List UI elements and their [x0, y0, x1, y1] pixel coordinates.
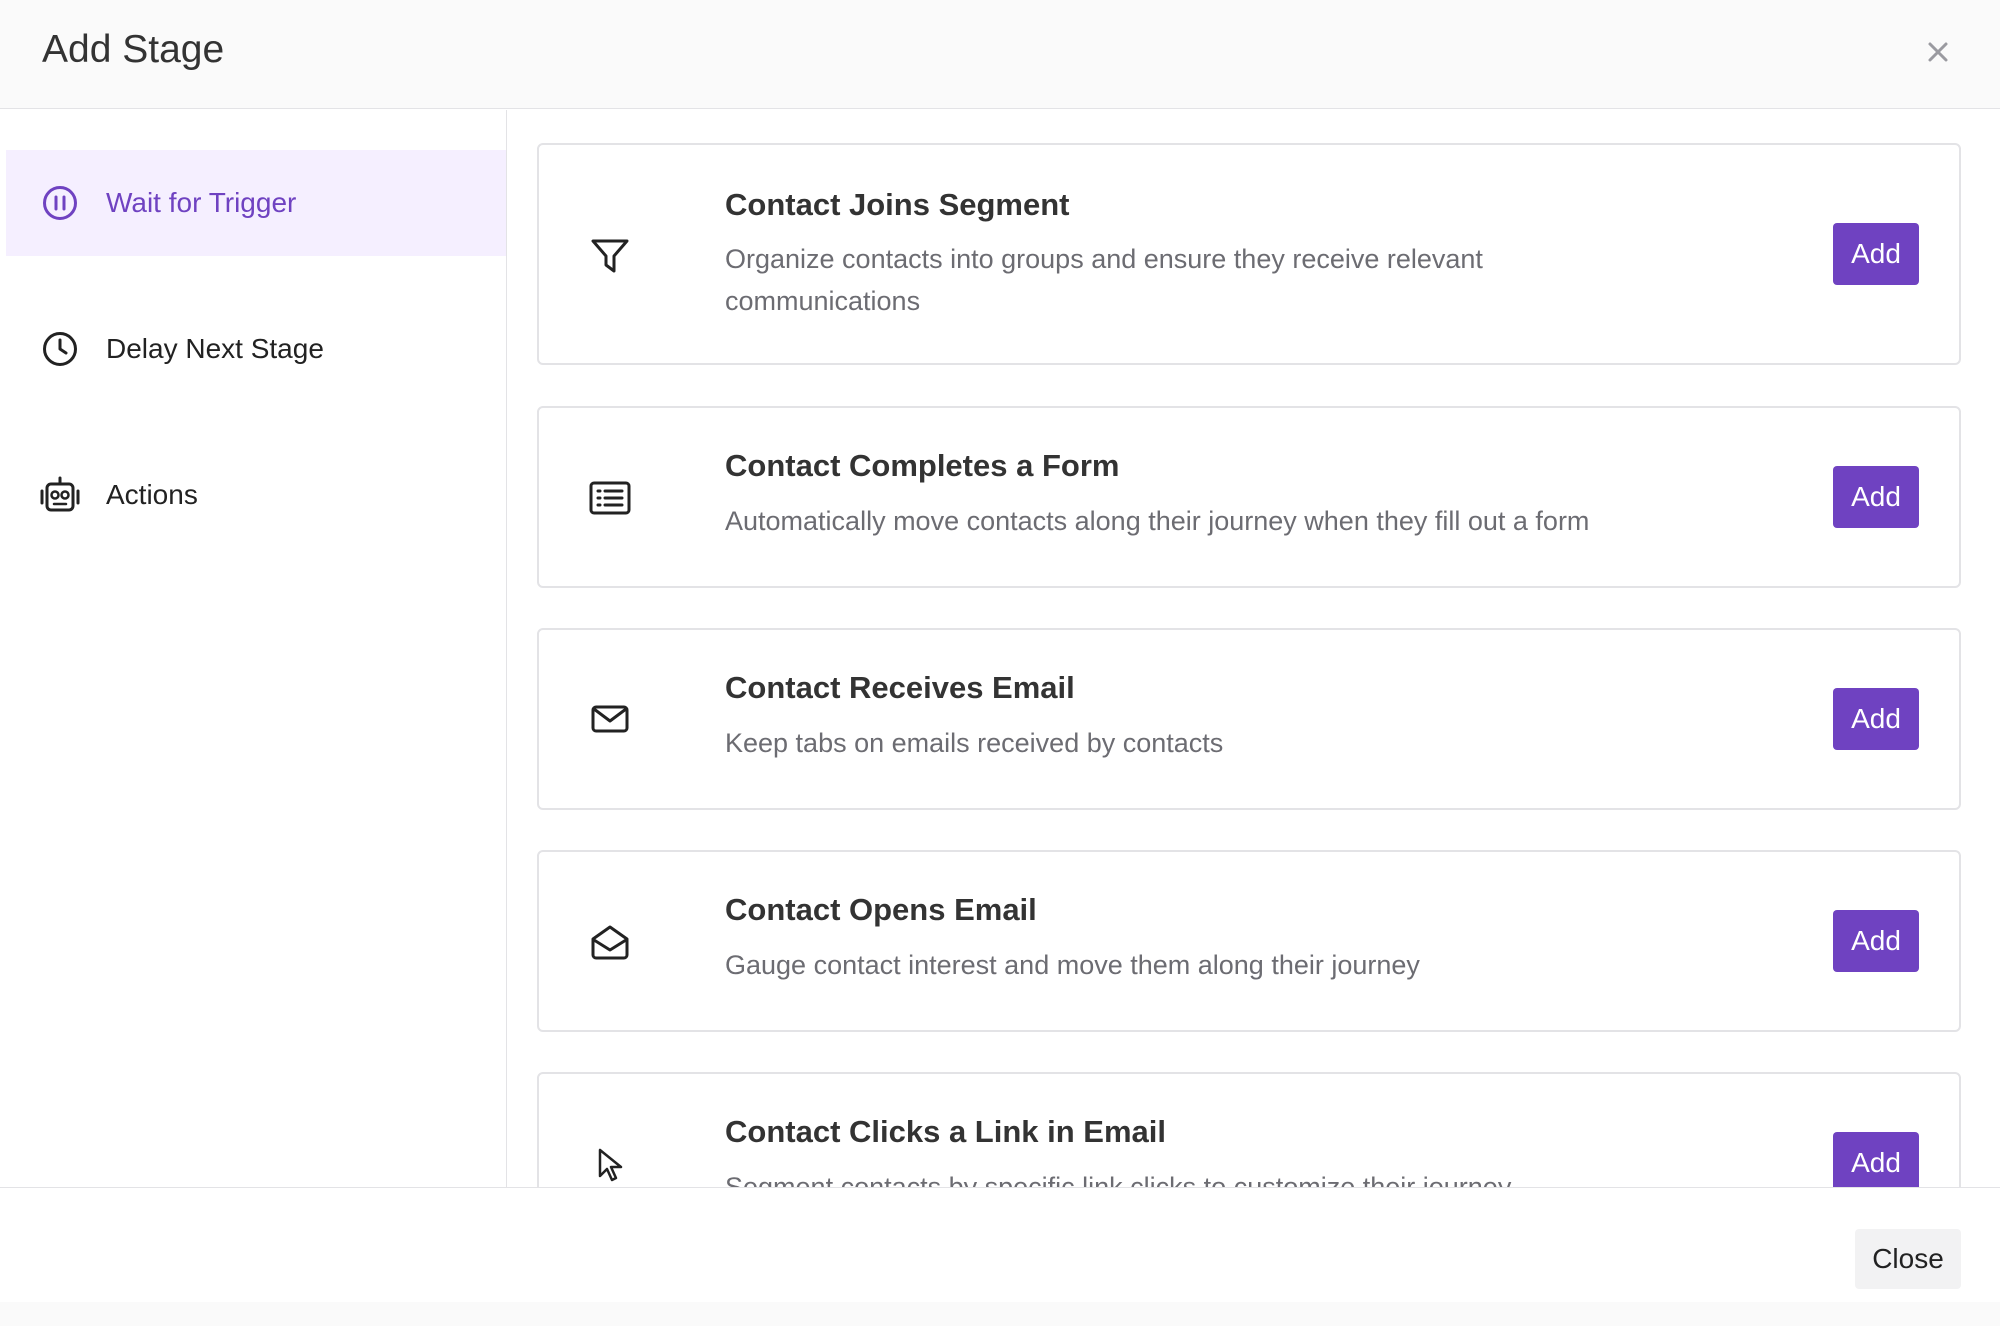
trigger-description: Automatically move contacts along their … — [725, 506, 1590, 536]
filter-icon — [585, 231, 635, 281]
sidebar-item-label: Delay Next Stage — [106, 333, 324, 364]
sidebar-item-actions[interactable]: Actions — [6, 442, 506, 548]
trigger-title: Contact Receives Email — [725, 670, 1075, 705]
trigger-title: Contact Opens Email — [725, 892, 1037, 927]
trigger-description: Organize contacts into groups and ensure… — [725, 244, 1483, 316]
cursor-icon — [585, 1140, 635, 1187]
trigger-card-contact-receives-email: Contact Receives Email Keep tabs on emai… — [537, 628, 1961, 810]
add-stage-modal: Add Stage Wait for Trigger Delay Next St… — [0, 0, 2000, 1326]
add-button[interactable]: Add — [1833, 688, 1919, 750]
trigger-description: Segment contacts by specific link clicks… — [725, 1172, 1512, 1187]
trigger-card-contact-joins-segment: Contact Joins Segment Organize contacts … — [537, 143, 1961, 365]
modal-title: Add Stage — [42, 28, 225, 71]
trigger-description: Gauge contact interest and move them alo… — [725, 950, 1420, 980]
sidebar-item-label: Wait for Trigger — [106, 187, 297, 218]
add-button[interactable]: Add — [1833, 910, 1919, 972]
add-button[interactable]: Add — [1833, 1132, 1919, 1187]
pause-circle-icon — [38, 181, 82, 225]
clock-icon — [38, 327, 82, 371]
sidebar-item-label: Actions — [106, 479, 198, 510]
add-button[interactable]: Add — [1833, 223, 1919, 285]
form-list-icon — [585, 473, 635, 523]
envelope-icon — [585, 694, 635, 744]
trigger-list: Contact Joins Segment Organize contacts … — [508, 110, 2000, 1187]
sidebar-item-wait-for-trigger[interactable]: Wait for Trigger — [6, 150, 506, 256]
trigger-card-contact-clicks-link: Contact Clicks a Link in Email Segment c… — [537, 1072, 1961, 1187]
add-button[interactable]: Add — [1833, 466, 1919, 528]
robot-icon — [38, 473, 82, 517]
trigger-description: Keep tabs on emails received by contacts — [725, 728, 1224, 758]
envelope-open-icon — [585, 917, 635, 967]
modal-footer: Close — [0, 1187, 2000, 1326]
modal-header: Add Stage — [0, 0, 2000, 109]
trigger-title: Contact Clicks a Link in Email — [725, 1114, 1167, 1149]
trigger-card-contact-opens-email: Contact Opens Email Gauge contact intere… — [537, 850, 1961, 1032]
trigger-card-contact-completes-form: Contact Completes a Form Automatically m… — [537, 406, 1961, 588]
close-icon[interactable] — [1916, 30, 1960, 74]
trigger-title: Contact Joins Segment — [725, 187, 1070, 222]
trigger-title: Contact Completes a Form — [725, 448, 1120, 483]
stage-type-sidebar: Wait for Trigger Delay Next Stage Action… — [0, 110, 507, 1187]
sidebar-item-delay-next-stage[interactable]: Delay Next Stage — [6, 296, 506, 402]
footer-divider — [0, 1302, 2000, 1326]
close-button[interactable]: Close — [1855, 1229, 1961, 1289]
